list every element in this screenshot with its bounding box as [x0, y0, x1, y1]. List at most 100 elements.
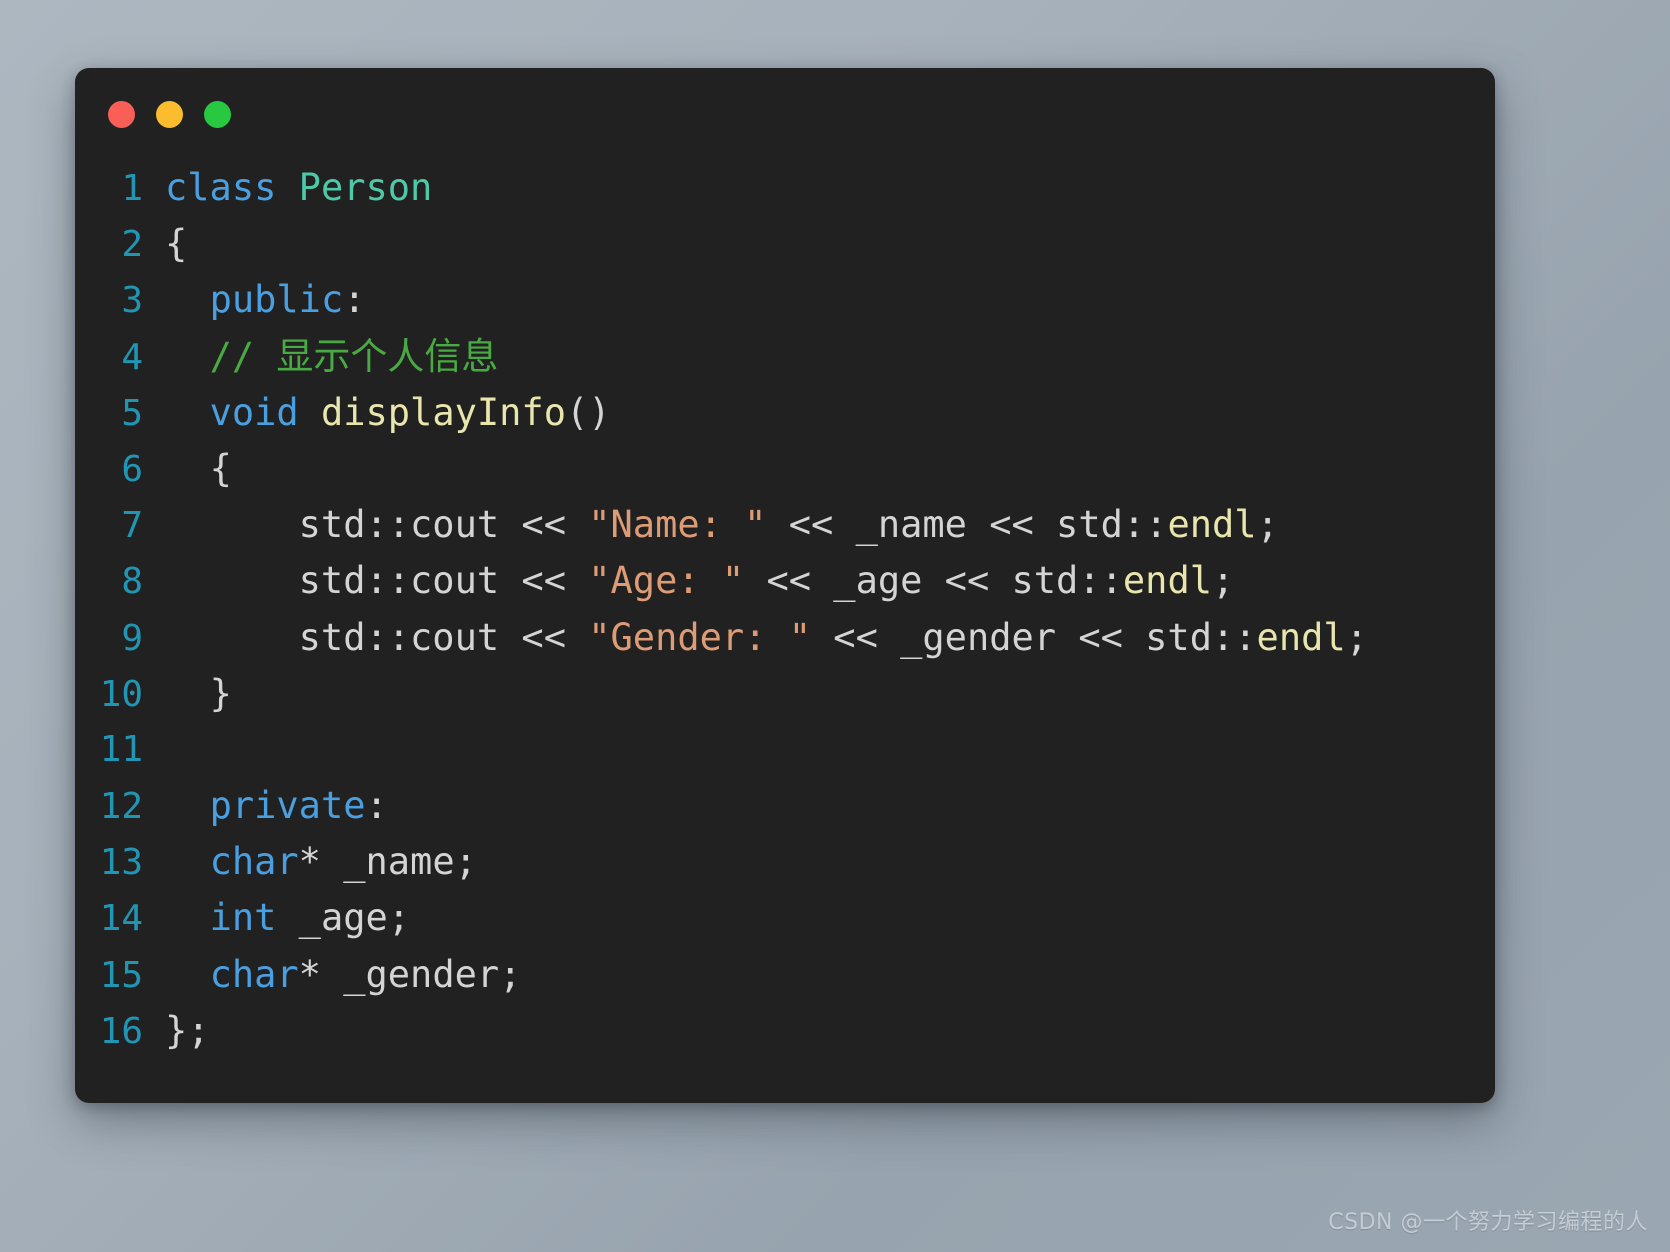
code-line: 9 std::cout << "Gender: " << _gender << … [75, 610, 1495, 666]
line-number: 1 [121, 168, 143, 209]
line-number: 11 [99, 728, 143, 770]
token-semicolon: ; [1345, 615, 1368, 659]
token-expression: << _age << std:: [744, 559, 1123, 603]
line-number: 13 [99, 842, 143, 884]
token-keyword: int [209, 896, 277, 940]
code-editor[interactable]: 1 class Person 2 { 3 public: 4 // 显示个人信息… [75, 160, 1495, 1103]
token-expression: << _gender << std:: [811, 615, 1257, 659]
code-line: 7 std::cout << "Name: " << _name << std:… [75, 497, 1495, 553]
token-expression: std::cout << [298, 559, 589, 603]
token-brace: } [209, 671, 232, 715]
line-number: 2 [121, 224, 143, 266]
token-string: "Name: " [588, 503, 767, 547]
code-window: 1 class Person 2 { 3 public: 4 // 显示个人信息… [75, 68, 1495, 1103]
code-line: 10 } [75, 666, 1495, 722]
code-line: 3 public: [75, 272, 1495, 328]
line-content: int _age; [165, 890, 1495, 946]
token-semicolon: ; [1212, 559, 1235, 603]
line-number: 3 [121, 280, 143, 322]
token-keyword: char [209, 840, 299, 884]
token-keyword: class [165, 166, 277, 209]
line-content: std::cout << "Gender: " << _gender << st… [165, 610, 1495, 666]
line-content: { [165, 441, 1495, 497]
token-endl: endl [1122, 559, 1212, 603]
code-line: 1 class Person [75, 160, 1495, 216]
token-keyword: public [209, 278, 344, 322]
token-expression: std::cout << [298, 503, 589, 547]
token-expression: std::cout << [298, 615, 589, 659]
code-line: 12 private: [75, 778, 1495, 834]
line-number: 4 [121, 336, 143, 378]
screenshot-stage: 1 class Person 2 { 3 public: 4 // 显示个人信息… [0, 0, 1670, 1252]
token-string: "Gender: " [588, 615, 812, 659]
line-content: // 显示个人信息 [165, 329, 1495, 385]
token-comment: // 显示个人信息 [209, 334, 499, 378]
token-brace: { [165, 222, 188, 266]
token-parens: () [566, 390, 611, 434]
token-endl: endl [1256, 615, 1346, 659]
token-identifier: _name; [320, 840, 477, 884]
line-number: 14 [99, 898, 143, 940]
token-colon: : [365, 784, 388, 828]
maximize-button-icon[interactable] [204, 100, 231, 128]
line-number: 6 [121, 448, 143, 490]
line-number: 5 [121, 392, 143, 434]
token-pointer-star: * [298, 952, 321, 996]
token-semicolon: ; [1256, 503, 1279, 547]
code-line: 4 // 显示个人信息 [75, 329, 1495, 385]
close-button-icon[interactable] [108, 100, 135, 128]
token-function: displayInfo [320, 390, 566, 434]
code-line: 11 [75, 722, 1495, 778]
code-line: 5 void displayInfo() [75, 385, 1495, 441]
minimize-button-icon[interactable] [156, 100, 183, 128]
token-identifier: _age; [276, 896, 411, 940]
code-line: 14 int _age; [75, 890, 1495, 946]
line-number: 16 [99, 1010, 143, 1052]
csdn-watermark: CSDN @一个努力学习编程的人 [1328, 1210, 1648, 1235]
line-content: private: [165, 778, 1495, 834]
token-endl: endl [1167, 503, 1257, 547]
line-content: void displayInfo() [165, 385, 1495, 441]
line-content: std::cout << "Age: " << _age << std::end… [165, 553, 1495, 609]
token-type: Person [298, 166, 433, 209]
token-keyword: char [209, 952, 299, 996]
line-content: char* _gender; [165, 947, 1495, 1003]
token-string: "Age: " [588, 559, 745, 603]
line-number: 7 [121, 505, 143, 547]
token-identifier: _gender; [320, 952, 522, 996]
code-line: 13 char* _name; [75, 834, 1495, 890]
line-content: { [165, 216, 1495, 272]
code-line: 6 { [75, 441, 1495, 497]
code-line: 8 std::cout << "Age: " << _age << std::e… [75, 553, 1495, 609]
code-line: 2 { [75, 216, 1495, 272]
line-content: public: [165, 272, 1495, 328]
token-colon: : [343, 278, 366, 322]
window-titlebar[interactable] [75, 68, 1495, 160]
line-content: } [165, 666, 1495, 722]
line-content: class Person [165, 160, 1495, 216]
code-line: 16 }; [75, 1003, 1495, 1059]
line-content: char* _name; [165, 834, 1495, 890]
token-pointer-star: * [298, 840, 321, 884]
line-number: 9 [121, 617, 143, 659]
token-keyword: void [209, 390, 299, 434]
line-number: 10 [99, 673, 143, 715]
line-number: 8 [121, 561, 143, 603]
token-brace: { [209, 446, 232, 490]
line-content: }; [165, 1003, 1495, 1059]
line-content: std::cout << "Name: " << _name << std::e… [165, 497, 1495, 553]
